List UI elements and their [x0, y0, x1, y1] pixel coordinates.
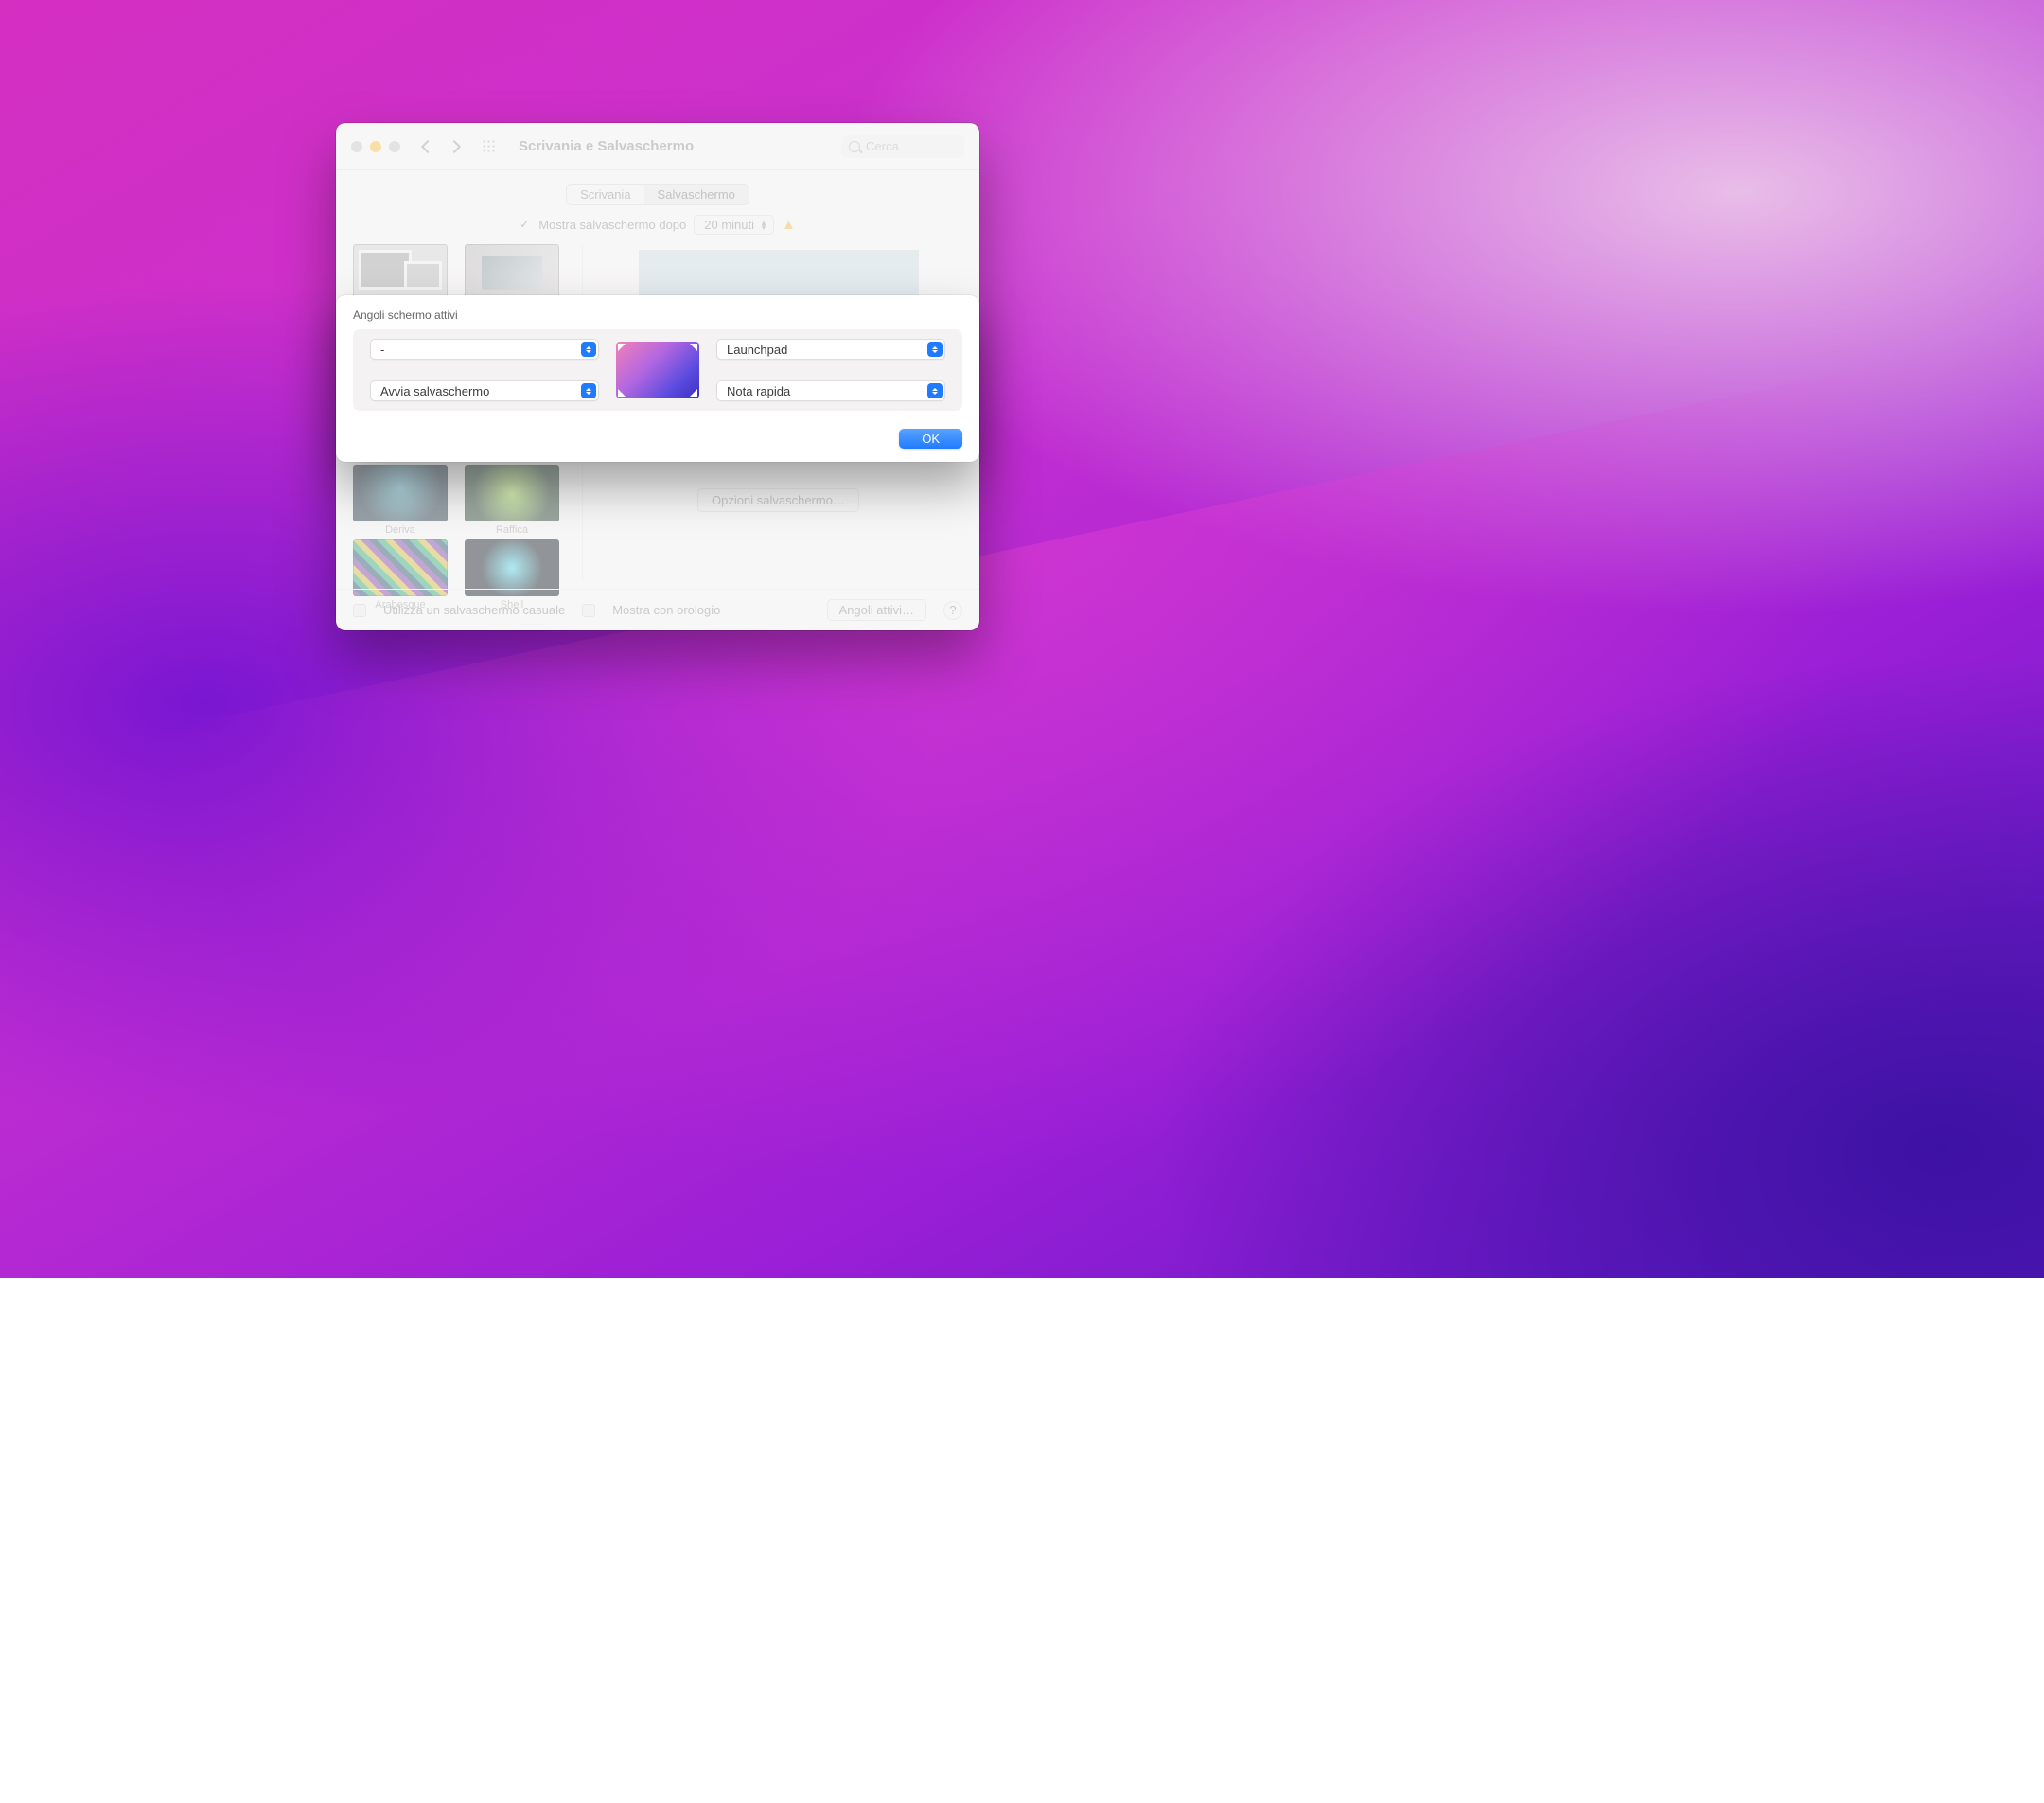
corner-top-right-dropdown[interactable]: Launchpad: [716, 339, 945, 360]
corner-marker-br-icon: [690, 389, 697, 397]
corner-bottom-right-dropdown[interactable]: Nota rapida: [716, 380, 945, 401]
ok-button[interactable]: OK: [899, 429, 962, 449]
corner-top-left-value: -: [380, 343, 384, 357]
corner-bottom-right-value: Nota rapida: [727, 384, 790, 398]
chevron-updown-icon: [927, 342, 943, 357]
chevron-updown-icon: [581, 383, 596, 398]
hot-corners-sheet: Angoli schermo attivi - Launchpad Avvia …: [336, 295, 979, 462]
hot-corners-grid: - Launchpad Avvia salvaschermo Nota rapi…: [353, 329, 962, 411]
chevron-updown-icon: [927, 383, 943, 398]
corner-bottom-left-dropdown[interactable]: Avvia salvaschermo: [370, 380, 599, 401]
corner-marker-tl-icon: [618, 344, 626, 351]
corner-bottom-left-value: Avvia salvaschermo: [380, 384, 489, 398]
screen-thumbnail: [616, 342, 699, 398]
desktop-wallpaper: [0, 0, 2044, 1278]
corner-marker-tr-icon: [690, 344, 697, 351]
sheet-title: Angoli schermo attivi: [353, 309, 962, 322]
corner-marker-bl-icon: [618, 389, 626, 397]
corner-top-right-value: Launchpad: [727, 343, 787, 357]
corner-top-left-dropdown[interactable]: -: [370, 339, 599, 360]
chevron-updown-icon: [581, 342, 596, 357]
